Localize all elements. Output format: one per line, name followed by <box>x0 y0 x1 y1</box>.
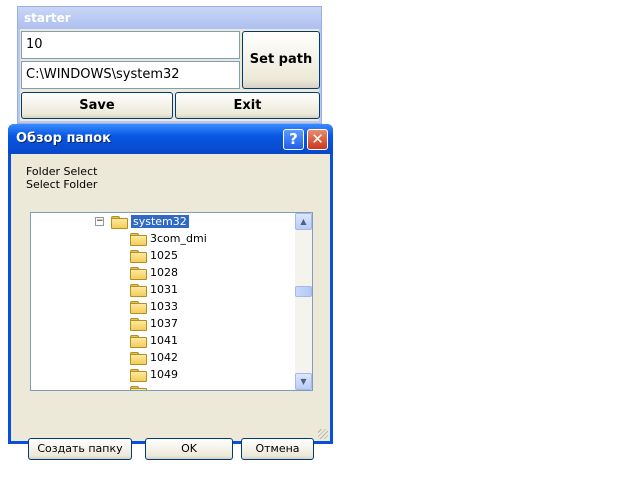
tree-item[interactable]: 1041 <box>130 332 178 349</box>
folder-icon <box>130 301 147 314</box>
path-field[interactable]: C:\WINDOWS\system32 <box>21 61 240 89</box>
starter-body: 10 C:\WINDOWS\system32 Set path Save Exi… <box>20 29 320 121</box>
save-button[interactable]: Save <box>21 92 173 119</box>
help-button[interactable]: ? <box>283 129 304 150</box>
dialog-body: Folder Select Select Folder − system32 3… <box>11 154 330 460</box>
tree-item[interactable]: 3com_dmi <box>130 230 207 247</box>
folder-tree[interactable]: − system32 3com_dmi 1025 1028 1031 1033 … <box>30 212 313 391</box>
starter-title[interactable]: starter <box>18 7 321 29</box>
scroll-up-icon[interactable]: ▲ <box>295 213 312 230</box>
close-button[interactable]: ✕ <box>307 129 328 150</box>
folder-icon <box>130 386 147 390</box>
folder-icon <box>130 233 147 246</box>
tree-item-selected[interactable]: − system32 <box>31 213 296 230</box>
number-field[interactable]: 10 <box>21 31 240 59</box>
tree-item-label: 1028 <box>150 266 178 279</box>
browse-folder-dialog: Обзор папок ? ✕ Folder Select Select Fol… <box>8 124 333 460</box>
folder-icon <box>130 267 147 280</box>
folder-icon <box>130 318 147 331</box>
folder-icon <box>130 250 147 263</box>
folder-icon <box>130 335 147 348</box>
folder-icon <box>130 284 147 297</box>
new-folder-button[interactable]: Создать папку <box>28 438 132 460</box>
tree-item[interactable]: 1042 <box>130 349 178 366</box>
ok-button[interactable]: OK <box>145 438 233 460</box>
tree-item-partial[interactable] <box>130 383 150 390</box>
dialog-titlebar[interactable]: Обзор папок ? ✕ <box>8 124 333 154</box>
tree-item-label: 3com_dmi <box>150 232 207 245</box>
tree-item[interactable]: 1037 <box>130 315 178 332</box>
tree-item-label: 1033 <box>150 300 178 313</box>
tree-item-label: 1037 <box>150 317 178 330</box>
description-line-1: Folder Select <box>26 165 98 178</box>
tree-item[interactable]: 1049 <box>130 366 178 383</box>
tree-item-label: system32 <box>131 215 189 228</box>
vertical-scrollbar[interactable]: ▲ ▼ <box>295 213 312 390</box>
starter-window: starter 10 C:\WINDOWS\system32 Set path … <box>17 6 322 124</box>
tree-item[interactable]: 1028 <box>130 264 178 281</box>
resize-grip-icon[interactable] <box>318 429 328 439</box>
scroll-down-icon[interactable]: ▼ <box>295 373 312 390</box>
tree-item[interactable]: 1025 <box>130 247 178 264</box>
folder-icon <box>130 352 147 365</box>
description-line-2: Select Folder <box>26 178 98 191</box>
tree-item[interactable]: 1031 <box>130 281 178 298</box>
collapse-icon[interactable]: − <box>95 217 104 226</box>
exit-button[interactable]: Exit <box>175 92 320 119</box>
folder-icon <box>130 369 147 382</box>
open-folder-icon <box>111 216 128 229</box>
tree-item-label: 1025 <box>150 249 178 262</box>
set-path-button[interactable]: Set path <box>242 31 320 89</box>
tree-item-label: 1031 <box>150 283 178 296</box>
scroll-thumb[interactable] <box>295 286 312 297</box>
dialog-title: Обзор папок <box>16 131 111 146</box>
tree-item-label: 1042 <box>150 351 178 364</box>
tree-item[interactable]: 1033 <box>130 298 178 315</box>
tree-item-label: 1049 <box>150 368 178 381</box>
cancel-button[interactable]: Отмена <box>241 438 314 460</box>
tree-item-label: 1041 <box>150 334 178 347</box>
